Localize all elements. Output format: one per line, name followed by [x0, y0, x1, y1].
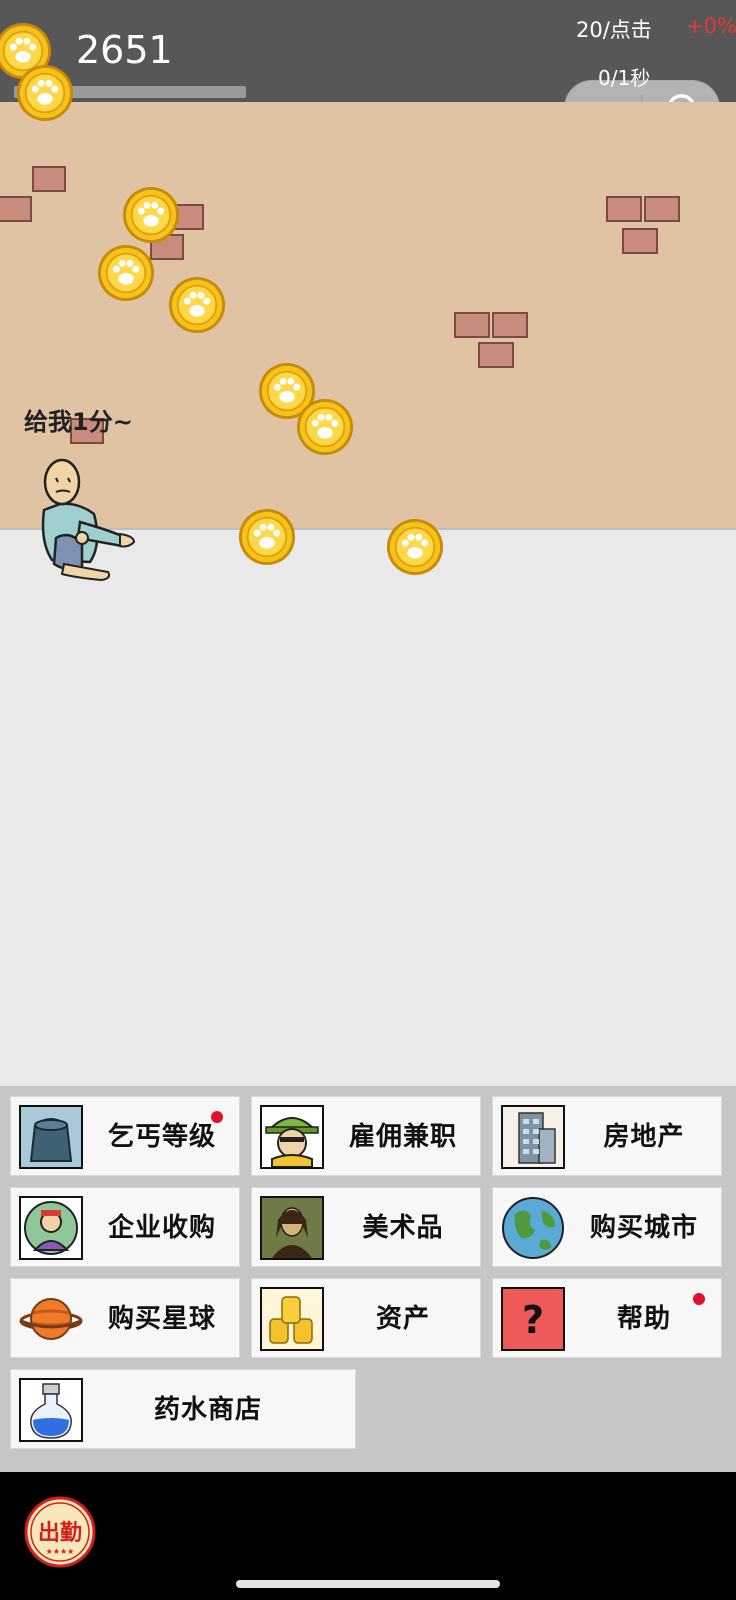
- brick: [622, 228, 658, 254]
- income-per-click: 20/点击: [576, 18, 652, 42]
- paw-coin-icon[interactable]: [296, 398, 354, 456]
- menu-real-estate[interactable]: 房地产: [492, 1096, 722, 1176]
- menu-beggar-level-label: 乞丐等级: [107, 1122, 216, 1152]
- money-counter: 2651: [76, 28, 173, 72]
- gold-stack-icon: [260, 1287, 324, 1351]
- brick: [606, 196, 642, 222]
- home-indicator[interactable]: [236, 1580, 500, 1588]
- painting-icon: [260, 1196, 324, 1260]
- top-bar: 2651 20/点击 +0% 0/1秒: [0, 0, 736, 137]
- brick: [454, 312, 490, 338]
- menu-help-label: 帮助: [616, 1304, 671, 1334]
- menu-hire-parttime[interactable]: 雇佣兼职: [251, 1096, 481, 1176]
- businessman-icon: [19, 1196, 83, 1260]
- menu-real-estate-label: 房地产: [603, 1122, 685, 1152]
- menu-assets[interactable]: 资产: [251, 1278, 481, 1358]
- menu-beggar-level[interactable]: 乞丐等级: [10, 1096, 240, 1176]
- brick: [0, 196, 32, 222]
- bag-icon: [19, 1105, 83, 1169]
- brick: [32, 166, 66, 192]
- brick: [478, 342, 514, 368]
- brick: [644, 196, 680, 222]
- menu-potion-shop[interactable]: 药水商店: [10, 1369, 356, 1449]
- upgrade-menu: 乞丐等级 雇佣兼职 房地产 企业收购 美术品 购买城市 购买星球 资产 ? 帮助…: [0, 1086, 736, 1472]
- work-button-label: 出勤: [38, 1520, 82, 1546]
- menu-assets-label: 资产: [375, 1304, 430, 1334]
- menu-buy-planet-label: 购买星球: [107, 1304, 216, 1334]
- paw-coin-icon[interactable]: [122, 186, 180, 244]
- potion-icon: [19, 1378, 83, 1442]
- menu-acquisition[interactable]: 企业收购: [10, 1187, 240, 1267]
- svg-text:?: ?: [522, 1298, 544, 1342]
- building-icon: [501, 1105, 565, 1169]
- menu-acquisition-label: 企业收购: [107, 1213, 216, 1243]
- bottom-bar: ★★★★ 出勤: [0, 1472, 736, 1600]
- menu-artwork[interactable]: 美术品: [251, 1187, 481, 1267]
- paw-coin-icon[interactable]: [238, 508, 296, 566]
- menu-buy-city-label: 购买城市: [589, 1213, 698, 1243]
- planet-icon: [19, 1287, 83, 1351]
- menu-buy-city[interactable]: 购买城市: [492, 1187, 722, 1267]
- paw-coin-icon[interactable]: [16, 64, 74, 122]
- worker-icon: [260, 1105, 324, 1169]
- menu-buy-planet[interactable]: 购买星球: [10, 1278, 240, 1358]
- notification-dot: [693, 1293, 705, 1305]
- beggar-speech: 给我1分~: [24, 408, 133, 436]
- notification-dot: [211, 1111, 223, 1123]
- globe-icon: [501, 1196, 565, 1260]
- menu-hire-parttime-label: 雇佣兼职: [348, 1122, 457, 1152]
- brick: [492, 312, 528, 338]
- svg-text:★★★★: ★★★★: [46, 1547, 75, 1556]
- menu-potion-shop-label: 药水商店: [153, 1395, 262, 1425]
- paw-coin-icon[interactable]: [168, 276, 226, 334]
- question-icon: ?: [501, 1287, 565, 1351]
- work-button[interactable]: ★★★★ 出勤: [24, 1496, 96, 1568]
- paw-coin-icon[interactable]: [97, 244, 155, 302]
- menu-artwork-label: 美术品: [362, 1213, 444, 1243]
- menu-help[interactable]: ? 帮助: [492, 1278, 722, 1358]
- paw-coin-icon[interactable]: [386, 518, 444, 576]
- beggar-character[interactable]: [30, 452, 140, 592]
- bonus-percent: +0%: [686, 14, 736, 38]
